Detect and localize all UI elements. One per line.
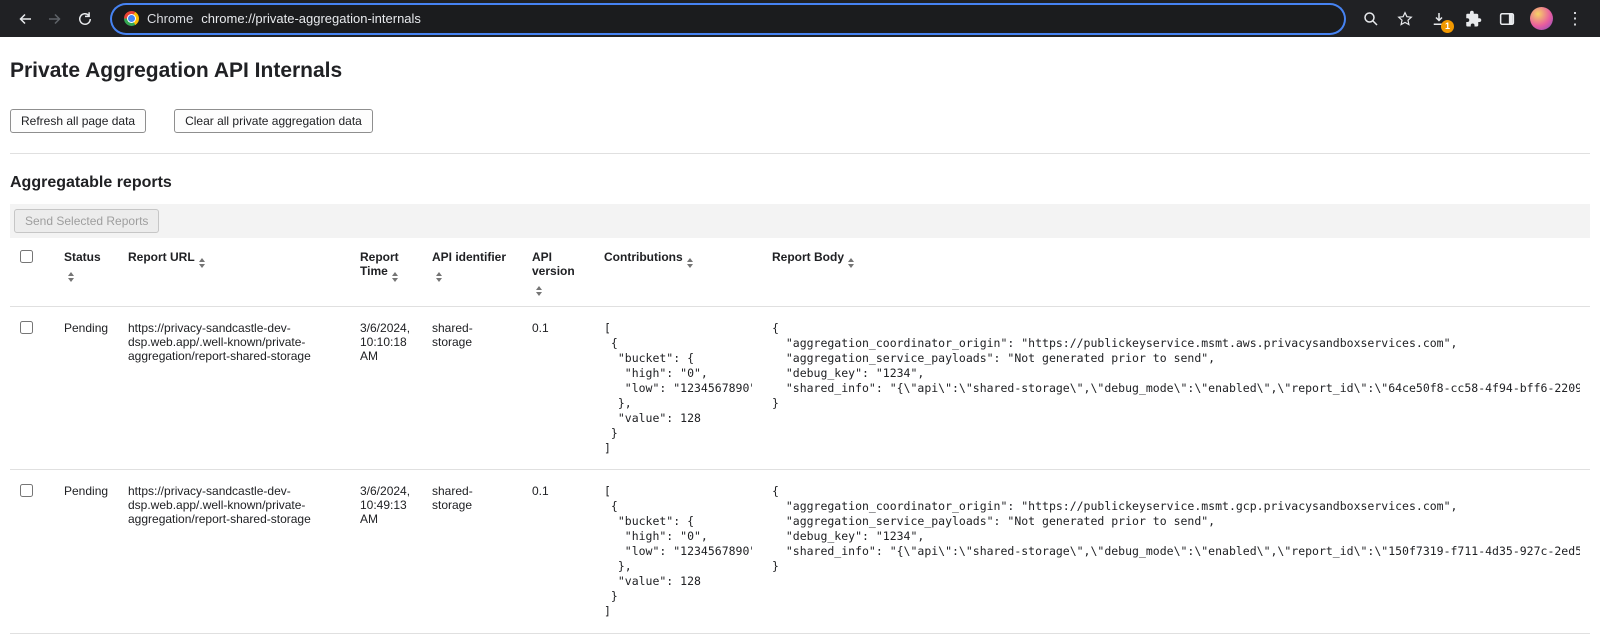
header-report-body-label: Report Body (772, 250, 844, 264)
divider (10, 153, 1590, 154)
refresh-all-button[interactable]: Refresh all page data (10, 109, 146, 133)
browser-toolbar: Chrome chrome://private-aggregation-inte… (0, 0, 1600, 37)
header-api-identifier-label: API identifier (432, 250, 506, 264)
header-api-identifier[interactable]: API identifier (422, 238, 522, 307)
header-contributions-label: Contributions (604, 250, 683, 264)
row-checkbox[interactable] (20, 484, 33, 497)
report-url-cell: https://privacy-sandcastle-dev-dsp.web.a… (118, 307, 350, 470)
table-row: Pending https://privacy-sandcastle-dev-d… (10, 470, 1590, 633)
contributions-cell: [ { "bucket": { "high": "0", "low": "123… (594, 307, 762, 470)
profile-avatar[interactable] (1526, 4, 1556, 34)
header-report-url-label: Report URL (128, 250, 195, 264)
select-all-cell (10, 238, 54, 307)
header-api-version[interactable]: API version (522, 238, 594, 307)
api-version-cell: 0.1 (522, 307, 594, 470)
row-select-cell (10, 470, 54, 633)
header-report-time[interactable]: Report Time (350, 238, 422, 307)
page-title: Private Aggregation API Internals (10, 59, 1590, 83)
sort-icon (687, 258, 693, 268)
row-checkbox[interactable] (20, 321, 33, 334)
sort-icon (848, 258, 854, 268)
clear-all-button[interactable]: Clear all private aggregation data (174, 109, 373, 133)
section-title: Aggregatable reports (10, 174, 1590, 192)
report-url-cell: https://privacy-sandcastle-dev-dsp.web.a… (118, 470, 350, 633)
browser-menu-icon[interactable]: ⋮ (1560, 4, 1590, 34)
avatar (1530, 7, 1553, 30)
side-panel-icon[interactable] (1492, 4, 1522, 34)
report-time-cell: 3/6/2024, 10:10:18 AM (350, 307, 422, 470)
page-content: Private Aggregation API Internals Refres… (0, 59, 1600, 634)
api-identifier-cell: shared-storage (422, 307, 522, 470)
search-icon[interactable] (1356, 4, 1386, 34)
sort-icon (199, 258, 205, 268)
header-contributions[interactable]: Contributions (594, 238, 762, 307)
chrome-logo-icon (124, 11, 139, 26)
sort-icon (392, 272, 398, 282)
header-api-version-label: API version (532, 250, 575, 278)
table-header-row: Status Report URL Report Time API identi… (10, 238, 1590, 307)
url-text[interactable]: chrome://private-aggregation-internals (201, 11, 421, 26)
contributions-cell: [ { "bucket": { "high": "0", "low": "123… (594, 470, 762, 633)
site-chip-label: Chrome (147, 11, 193, 26)
header-status[interactable]: Status (54, 238, 118, 307)
api-version-cell: 0.1 (522, 470, 594, 633)
contributions-json: [ { "bucket": { "high": "0", "low": "123… (604, 321, 752, 455)
row-select-cell (10, 307, 54, 470)
api-identifier-cell: shared-storage (422, 470, 522, 633)
header-status-label: Status (64, 250, 101, 264)
status-cell: Pending (54, 470, 118, 633)
report-body-json: { "aggregation_coordinator_origin": "htt… (772, 484, 1580, 574)
send-selected-reports-button[interactable]: Send Selected Reports (14, 209, 159, 233)
sort-icon (68, 272, 74, 282)
sort-icon (436, 272, 442, 282)
header-report-url[interactable]: Report URL (118, 238, 350, 307)
back-icon[interactable] (10, 4, 40, 34)
toolbar-right-icons: 1 ⋮ (1356, 4, 1590, 34)
menu-dots: ⋮ (1567, 10, 1584, 27)
reports-toolbar: Send Selected Reports (10, 204, 1590, 238)
reload-icon[interactable] (70, 4, 100, 34)
report-body-json: { "aggregation_coordinator_origin": "htt… (772, 321, 1580, 411)
report-body-cell: { "aggregation_coordinator_origin": "htt… (762, 307, 1590, 470)
aggregatable-reports-table: Status Report URL Report Time API identi… (10, 238, 1590, 634)
sort-icon (536, 286, 542, 296)
page-actions: Refresh all page data Clear all private … (10, 109, 1590, 133)
table-row: Pending https://privacy-sandcastle-dev-d… (10, 307, 1590, 470)
address-bar[interactable]: Chrome chrome://private-aggregation-inte… (112, 5, 1344, 33)
header-report-body[interactable]: Report Body (762, 238, 1590, 307)
forward-icon[interactable] (40, 4, 70, 34)
select-all-checkbox[interactable] (20, 250, 33, 263)
bookmark-star-icon[interactable] (1390, 4, 1420, 34)
report-time-cell: 3/6/2024, 10:49:13 AM (350, 470, 422, 633)
download-count-badge: 1 (1441, 20, 1454, 33)
download-badge-icon[interactable]: 1 (1424, 4, 1454, 34)
report-body-cell: { "aggregation_coordinator_origin": "htt… (762, 470, 1590, 633)
contributions-json: [ { "bucket": { "high": "0", "low": "123… (604, 484, 752, 618)
extensions-puzzle-icon[interactable] (1458, 4, 1488, 34)
status-cell: Pending (54, 307, 118, 470)
